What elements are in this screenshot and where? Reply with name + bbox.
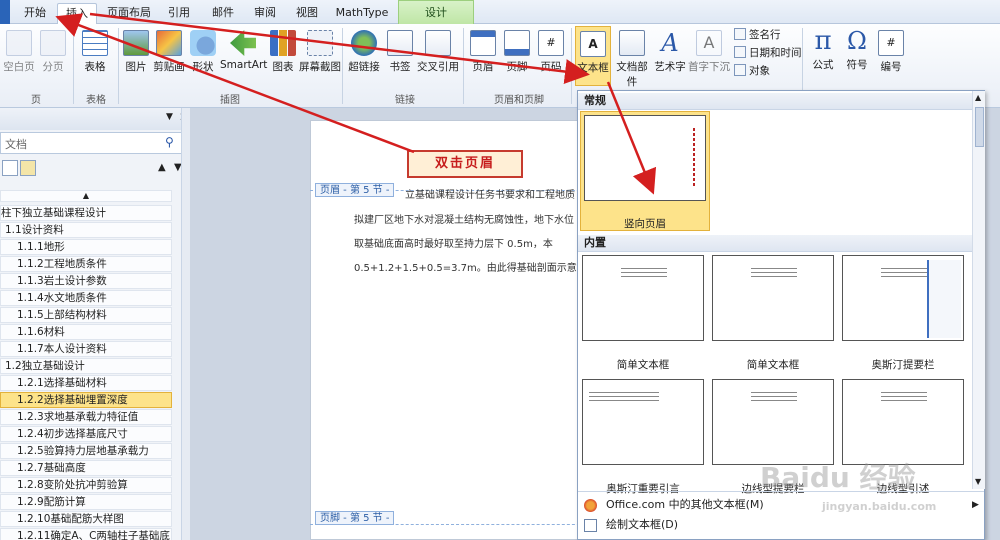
- arrow-to-gallery-item: [606, 81, 657, 195]
- arrow-to-textbox: [89, 12, 590, 85]
- annotation-arrows: [55, 12, 657, 195]
- arrow-to-insert-tab: [55, 13, 415, 154]
